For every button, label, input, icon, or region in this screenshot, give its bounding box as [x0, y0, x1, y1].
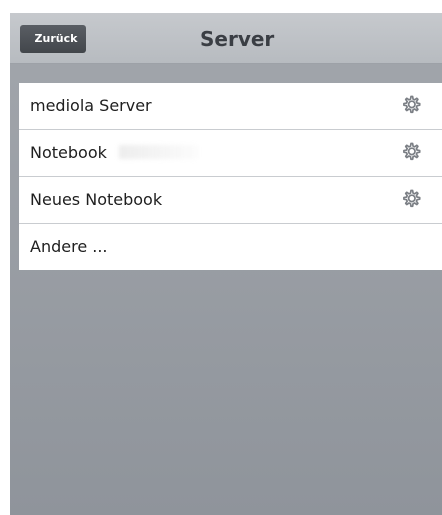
server-label: Andere ...	[30, 237, 108, 256]
server-list: mediola Server Notebook Neues Notebook A…	[19, 83, 442, 270]
back-button-label: Zurück	[34, 32, 78, 45]
app-screen: Zurück Server mediola Server Notebook Ne…	[10, 13, 442, 515]
blurred-text	[119, 145, 199, 159]
server-label: Neues Notebook	[30, 190, 163, 209]
server-row-mediola[interactable]: mediola Server	[19, 83, 442, 130]
page-title: Server	[200, 27, 275, 51]
server-label: mediola Server	[30, 96, 152, 115]
server-label: Notebook	[30, 143, 107, 162]
gear-icon[interactable]	[401, 142, 421, 162]
gear-icon[interactable]	[401, 95, 421, 115]
server-row-notebook[interactable]: Notebook	[19, 130, 442, 177]
server-row-andere[interactable]: Andere ...	[19, 224, 442, 270]
back-button[interactable]: Zurück	[20, 25, 86, 53]
gear-icon[interactable]	[401, 189, 421, 209]
server-row-neues-notebook[interactable]: Neues Notebook	[19, 177, 442, 224]
navigation-bar: Zurück Server	[10, 13, 442, 64]
